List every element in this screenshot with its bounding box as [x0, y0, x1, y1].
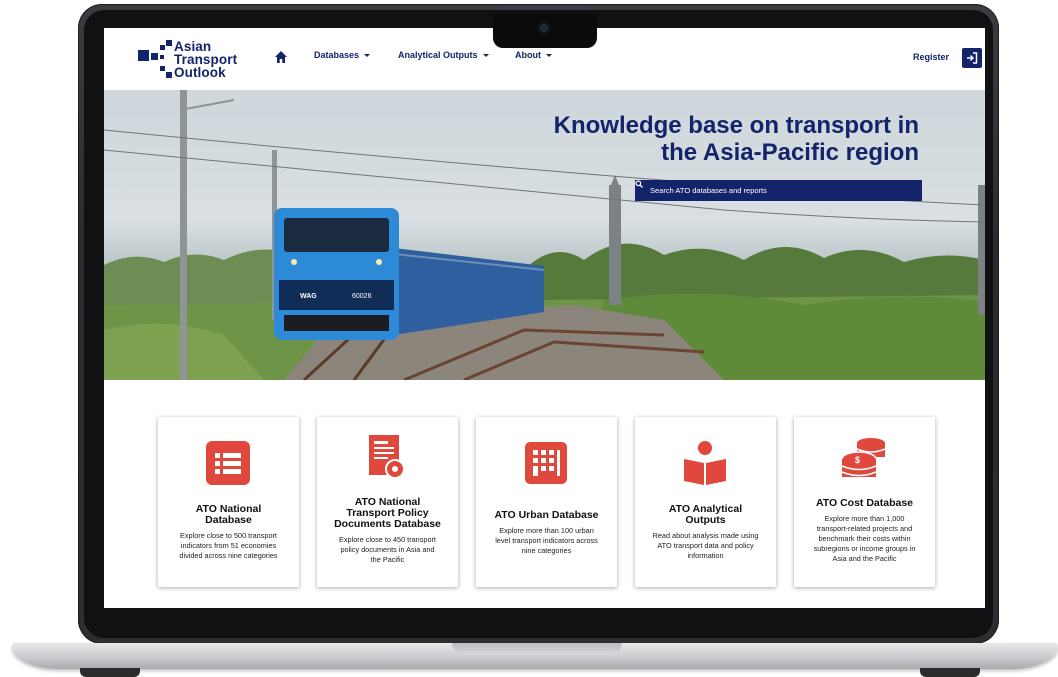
card-description-line: the Pacific [370, 555, 405, 564]
laptop-foot-right [920, 668, 980, 677]
policy-document-gear-icon [369, 435, 405, 479]
laptop-foot-left [80, 668, 140, 677]
search-icon [635, 180, 643, 188]
card-description: Explore more than 100 urban level transp… [484, 526, 609, 556]
card-description-line: benchmark their costs within [818, 534, 911, 543]
card-description-line: divided across nine categories [179, 551, 278, 560]
sign-in-icon [967, 52, 978, 64]
camera-notch [493, 14, 597, 48]
card-description: Read about analysis made using ATO trans… [643, 531, 768, 561]
locomotive-model-text: WAG [300, 293, 317, 300]
card-title-line: ATO Cost Database [815, 497, 914, 509]
logo-mark-icon [138, 40, 172, 78]
nav-databases-label: Databases [314, 50, 360, 60]
card-title: ATO Cost Database [800, 498, 929, 509]
card-ato-national-transport-policy-documents-database[interactable]: ATO National Transport Policy Documents … [317, 417, 458, 587]
card-description-line: Explore close to 500 transport [180, 531, 277, 540]
card-title-line: Database [205, 514, 252, 526]
home-icon[interactable] [274, 50, 288, 64]
screen-bezel: Asian Transport Outlook Databases Analyt… [84, 10, 993, 638]
logo-line-3: Outlook [174, 65, 226, 80]
card-description-line: Explore more than 1,000 [824, 514, 905, 523]
card-ato-cost-database[interactable]: $ ATO Cost Database Explore more than 1,… [794, 417, 935, 587]
search-input[interactable]: Search ATO databases and reports [635, 180, 922, 201]
card-description: Explore close to 450 transport policy do… [325, 535, 450, 565]
database-cards: ATO National Database Explore close to 5… [158, 417, 938, 589]
hero-title-line-1: Knowledge base on transport in [553, 112, 919, 139]
card-title-line: ATO Urban Database [494, 509, 599, 521]
card-title: ATO National Transport Policy Documents … [323, 497, 452, 530]
list-icon [206, 441, 250, 485]
card-description: Explore close to 500 transport indicator… [166, 531, 291, 561]
nav-databases[interactable]: Databases [314, 50, 371, 60]
card-description-line: indicators from 51 economies [180, 541, 277, 550]
hero-title-line-2: the Asia-Pacific region [661, 139, 919, 166]
laptop-lid: Asian Transport Outlook Databases Analyt… [78, 4, 999, 644]
card-title: ATO Urban Database [482, 510, 611, 521]
card-description-line: Asia and the Pacific [832, 554, 897, 563]
screen: Asian Transport Outlook Databases Analyt… [104, 28, 985, 608]
caret-down-icon [482, 54, 489, 58]
nav-analytical-outputs[interactable]: Analytical Outputs [398, 50, 489, 60]
nav-analytical-outputs-label: Analytical Outputs [398, 50, 478, 60]
card-description-line: level transport indicators across [495, 536, 598, 545]
card-title: ATO National Database [164, 504, 293, 526]
locomotive-number-text: 60026 [352, 293, 372, 300]
card-description-line: nine categories [521, 546, 572, 555]
card-description-line: transport-related projects and [816, 524, 913, 533]
svg-text:$: $ [855, 455, 860, 465]
reader-book-icon [684, 441, 726, 485]
card-title: ATO Analytical Outputs [641, 504, 770, 526]
card-title-line: Outputs [685, 514, 726, 526]
card-description-line: Explore close to 450 transport [339, 535, 436, 544]
card-ato-national-database[interactable]: ATO National Database Explore close to 5… [158, 417, 299, 587]
card-description-line: information [687, 551, 724, 560]
site-logo[interactable]: Asian Transport Outlook [138, 40, 258, 80]
card-description: Explore more than 1,000 transport-relate… [802, 514, 927, 564]
login-button[interactable] [962, 48, 982, 68]
nav-about[interactable]: About [515, 50, 552, 60]
card-description-line: ATO transport data and policy [657, 541, 754, 550]
hero-title: Knowledge base on transport in the Asia-… [554, 112, 919, 166]
hero-banner: WAG 60026 Knowledge base on transport in… [104, 90, 985, 380]
card-description-line: Explore more than 100 urban [499, 526, 594, 535]
caret-down-icon [364, 54, 371, 58]
card-description-line: Read about analysis made using [652, 531, 759, 540]
coin-stack-icon: $ [841, 438, 886, 477]
card-ato-urban-database[interactable]: ATO Urban Database Explore more than 100… [476, 417, 617, 587]
laptop-base-groove [452, 643, 622, 655]
card-title-line: Documents Database [334, 518, 441, 530]
search-placeholder: Search ATO databases and reports [650, 186, 767, 195]
city-building-icon [525, 442, 567, 484]
nav-about-label: About [515, 50, 541, 60]
laptop-base [12, 643, 1058, 669]
register-link[interactable]: Register [913, 52, 949, 62]
card-description-line: policy documents in Asia and [340, 545, 435, 554]
card-description-line: subregions or income groups in [813, 544, 916, 553]
card-ato-analytical-outputs[interactable]: ATO Analytical Outputs Read about analys… [635, 417, 776, 587]
logo-text: Asian Transport Outlook [174, 40, 237, 80]
caret-down-icon [546, 54, 552, 58]
camera-icon [540, 24, 548, 32]
